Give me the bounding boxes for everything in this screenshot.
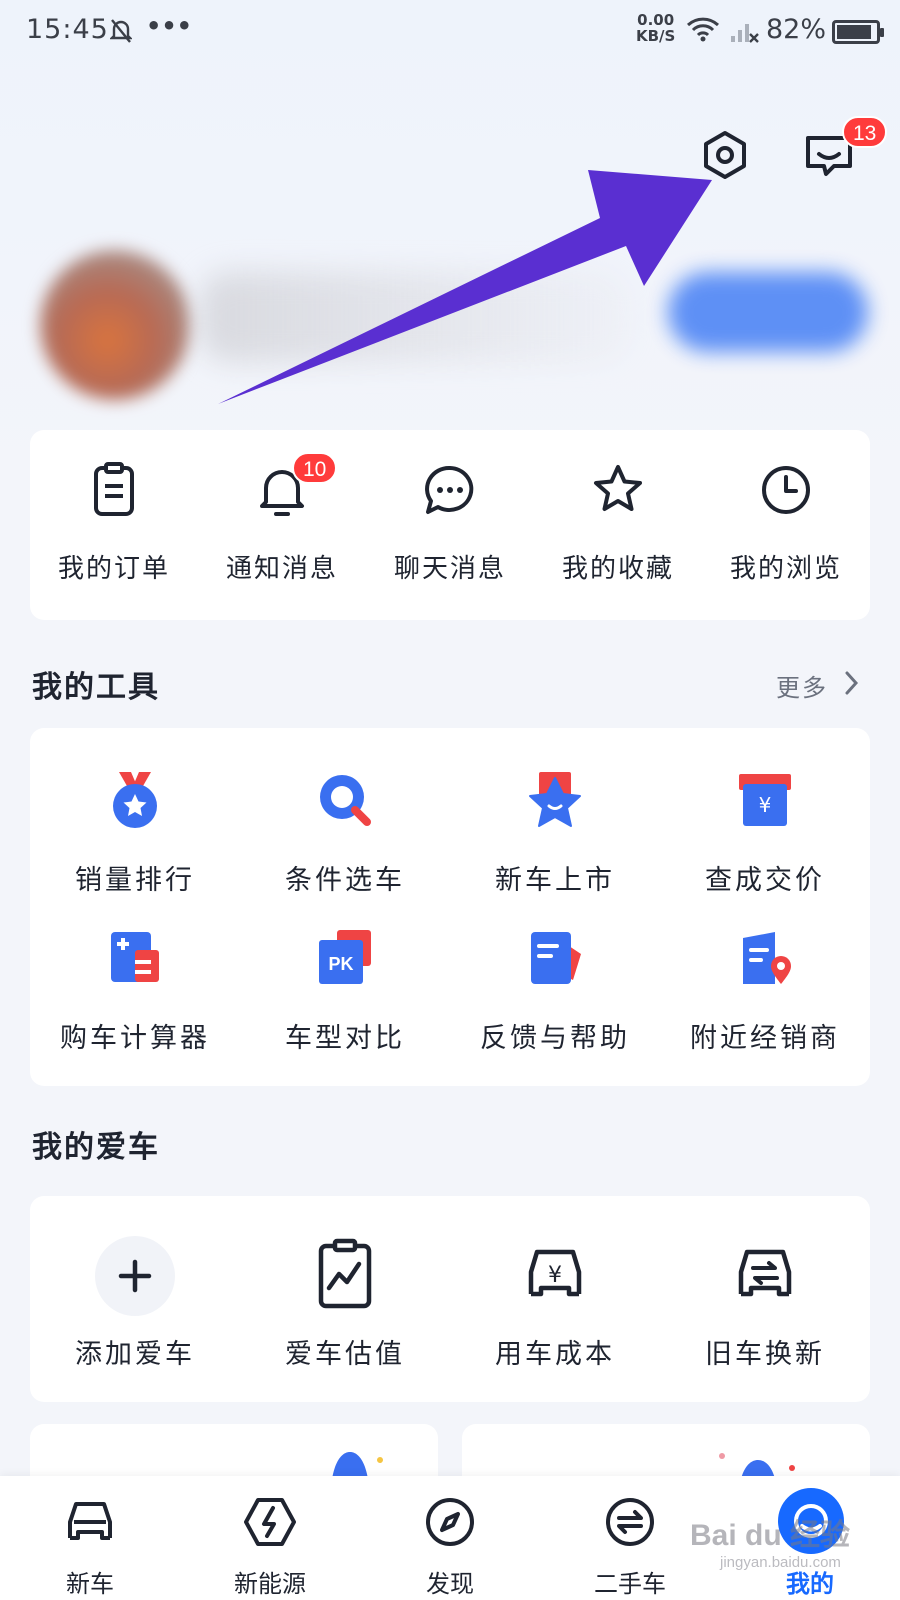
plus-icon — [95, 1236, 175, 1316]
tool-label: 购车计算器 — [60, 1023, 210, 1054]
quick-item-history[interactable]: 我的浏览 — [702, 460, 870, 590]
new-car-star-icon — [529, 772, 581, 827]
tools-card: 销量排行 条件选车 新车上市 ¥ 查成交价 购车计算器 PK 车型对比 反馈与帮… — [30, 728, 870, 1086]
chat-bubble-icon — [425, 465, 474, 514]
tool-compare[interactable]: PK 车型对比 — [240, 928, 450, 1078]
tools-section-title: 我的工具 — [32, 670, 160, 705]
tool-price-check[interactable]: ¥ 查成交价 — [660, 770, 870, 920]
wifi-icon — [686, 16, 720, 46]
tab-new-energy[interactable]: 新能源 — [180, 1476, 360, 1600]
lightning-icon — [244, 1498, 296, 1546]
quick-item-notifications[interactable]: 10 通知消息 — [198, 452, 366, 590]
tab-new-car[interactable]: 新车 — [0, 1476, 180, 1600]
svg-text:PK: PK — [328, 954, 353, 974]
quick-item-label: 通知消息 — [225, 554, 338, 584]
price-icon: ¥ — [739, 774, 791, 826]
compass-icon — [426, 1498, 474, 1546]
quick-item-label: 我的收藏 — [561, 554, 674, 584]
quick-actions-card: 我的订单 10 通知消息 聊天消息 我的收藏 我的浏览 — [30, 430, 870, 620]
net-speed-value: 0.00 — [637, 11, 675, 29]
mute-bell-icon — [109, 18, 133, 48]
chevron-right-icon[interactable] — [844, 670, 860, 696]
quick-item-label: 我的浏览 — [729, 554, 842, 584]
dealer-location-icon — [743, 932, 791, 984]
my-car-section-title: 我的爱车 — [32, 1130, 160, 1165]
my-car-card: 添加爱车 爱车估值 ¥ 用车成本 旧车换新 — [30, 1196, 870, 1402]
username-blurred — [200, 272, 630, 362]
car-trade-in[interactable]: 旧车换新 — [660, 1236, 870, 1386]
watermark-url: jingyan.baidu.com — [720, 1554, 841, 1571]
car-icon — [68, 1502, 112, 1540]
car-item-label: 添加爱车 — [75, 1339, 195, 1370]
car-trade-icon — [738, 1249, 792, 1297]
tool-label: 销量排行 — [75, 865, 195, 896]
tool-sales-ranking[interactable]: 销量排行 — [30, 770, 240, 920]
valuation-chart-icon — [318, 1238, 372, 1309]
tool-label: 车型对比 — [285, 1023, 405, 1054]
tool-nearby-dealers[interactable]: 附近经销商 — [660, 928, 870, 1078]
car-item-label: 旧车换新 — [705, 1339, 825, 1370]
feedback-icon — [531, 932, 581, 984]
profile-header[interactable] — [0, 232, 900, 422]
tab-label: 发现 — [426, 1570, 474, 1598]
svg-text:¥: ¥ — [548, 1263, 562, 1288]
car-item-label: 用车成本 — [495, 1339, 615, 1370]
tool-feedback[interactable]: 反馈与帮助 — [450, 928, 660, 1078]
net-speed: 0.00 KB/S — [636, 12, 675, 44]
exchange-icon — [606, 1498, 654, 1546]
message-badge: 13 — [842, 116, 888, 148]
star-icon — [594, 465, 642, 511]
pk-icon: PK — [319, 930, 371, 984]
tab-discover[interactable]: 发现 — [360, 1476, 540, 1600]
car-valuation[interactable]: 爱车估值 — [240, 1236, 450, 1386]
tools-more-link[interactable]: 更多 — [776, 668, 828, 703]
status-bar: 15:45 ••• 0.00 KB/S 82% — [0, 0, 900, 64]
avatar[interactable] — [40, 250, 190, 400]
medal-icon — [113, 772, 157, 828]
tool-filter-search[interactable]: 条件选车 — [240, 770, 450, 920]
quick-item-orders[interactable]: 我的订单 — [30, 460, 198, 590]
car-item-label: 爱车估值 — [285, 1339, 405, 1370]
tab-label: 新车 — [66, 1570, 114, 1598]
car-cost-icon: ¥ — [528, 1249, 582, 1297]
order-icon — [94, 462, 134, 516]
tool-label: 附近经销商 — [690, 1023, 840, 1054]
battery-icon — [832, 20, 884, 44]
quick-item-label: 我的订单 — [57, 554, 170, 584]
notification-badge: 10 — [292, 452, 338, 484]
tab-label: 新能源 — [234, 1570, 306, 1598]
svg-text:¥: ¥ — [759, 793, 772, 817]
tool-calculator[interactable]: 购车计算器 — [30, 928, 240, 1078]
battery-percent: 82% — [766, 14, 827, 45]
settings-hex-icon[interactable] — [700, 130, 750, 180]
signal-icon — [730, 18, 760, 48]
quick-item-favorites[interactable]: 我的收藏 — [534, 460, 702, 590]
tool-label: 条件选车 — [285, 865, 405, 896]
tool-new-cars[interactable]: 新车上市 — [450, 770, 660, 920]
clock-icon — [762, 466, 810, 514]
tool-label: 新车上市 — [495, 865, 615, 896]
tool-label: 查成交价 — [705, 865, 825, 896]
quick-item-chat[interactable]: 聊天消息 — [366, 460, 534, 590]
watermark: Bai du 经验 — [690, 1519, 851, 1552]
profile-action-button[interactable] — [668, 272, 868, 352]
car-add[interactable]: 添加爱车 — [30, 1236, 240, 1386]
quick-item-label: 聊天消息 — [393, 554, 506, 584]
car-cost[interactable]: ¥ 用车成本 — [450, 1236, 660, 1386]
net-speed-unit: KB/S — [636, 27, 676, 45]
status-time: 15:45 — [26, 14, 109, 45]
status-more-dots: ••• — [146, 12, 193, 40]
search-icon — [320, 775, 371, 826]
calculator-icon — [111, 932, 159, 982]
tool-label: 反馈与帮助 — [480, 1023, 630, 1054]
tab-label: 二手车 — [594, 1570, 666, 1598]
